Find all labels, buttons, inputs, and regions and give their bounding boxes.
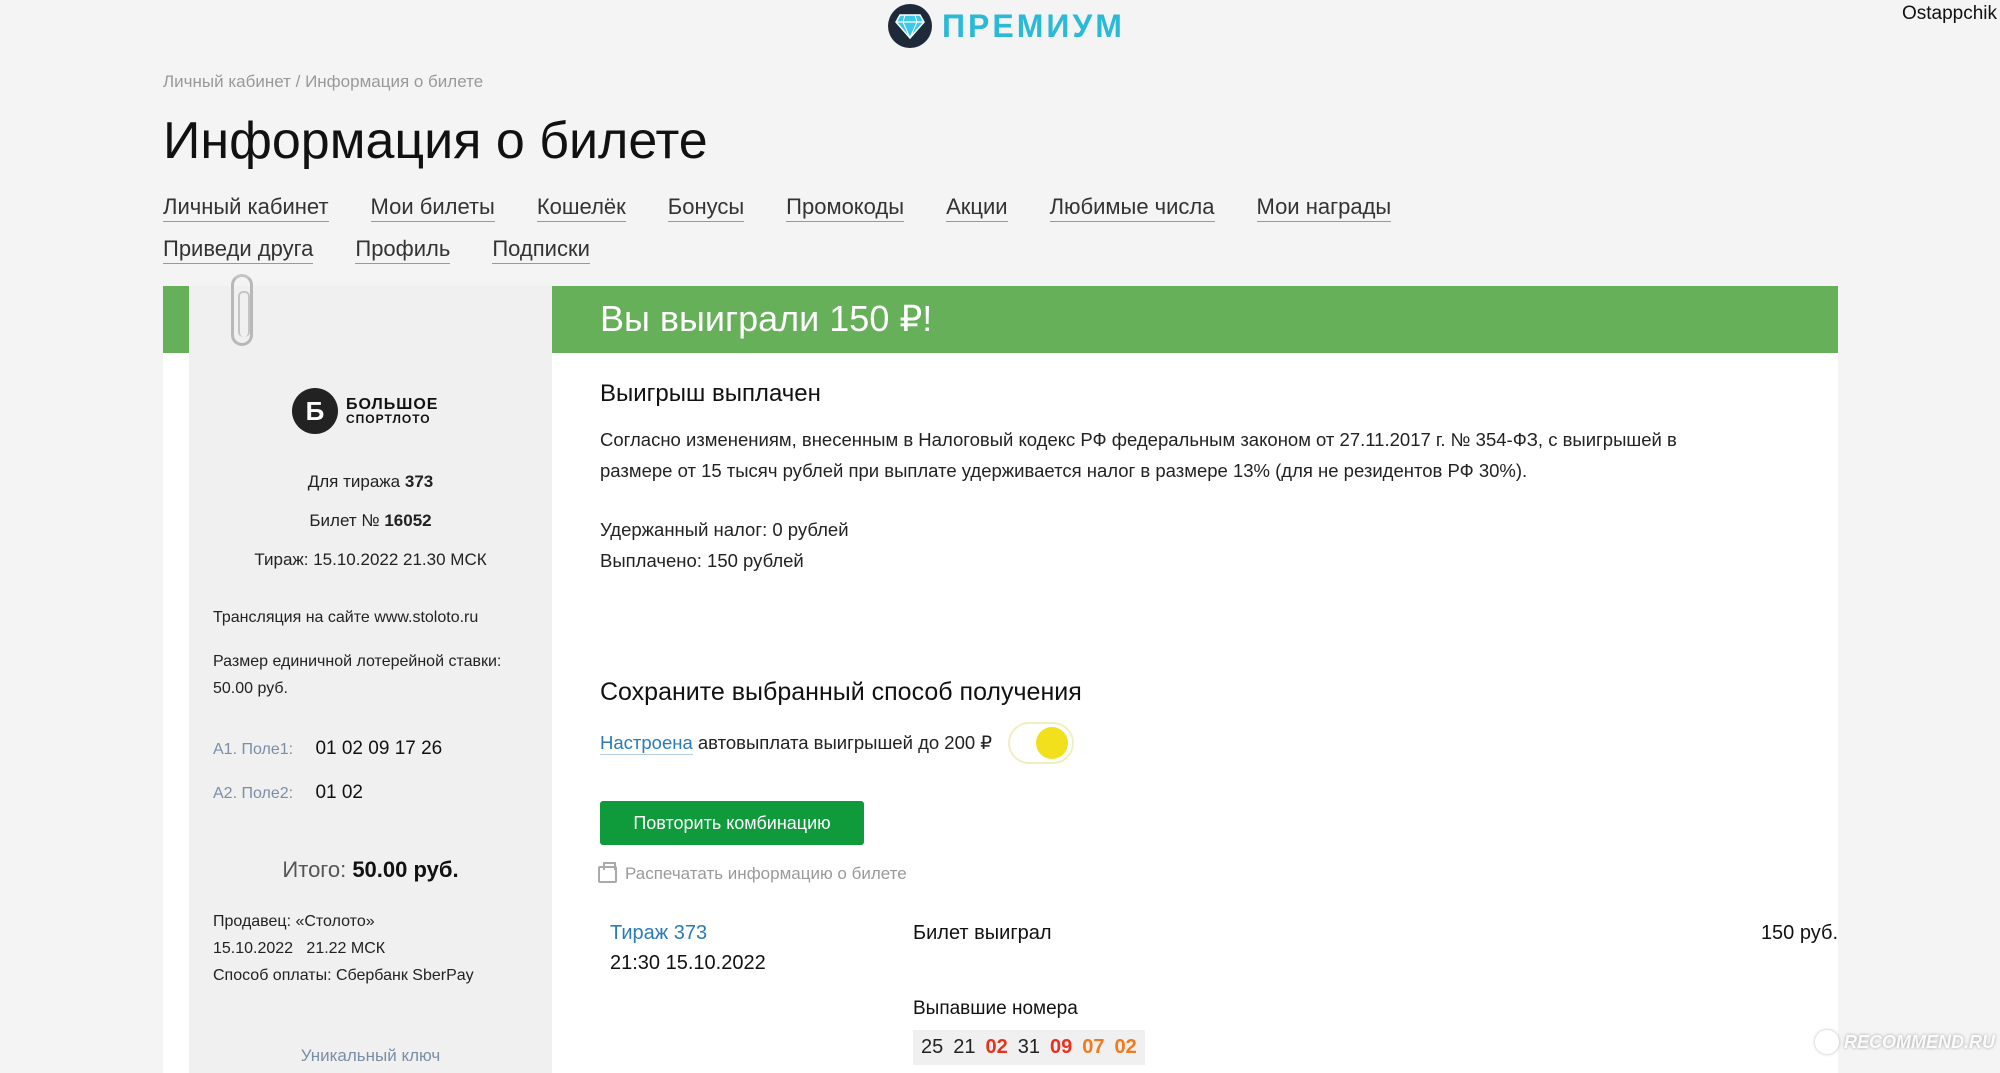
prize-amount: 150 руб. bbox=[1760, 922, 1838, 944]
lottery-logo: Б БОЛЬШОЕ СПОРТЛОТО bbox=[292, 388, 438, 434]
brand-line-2: СПОРТЛОТО bbox=[346, 411, 431, 426]
nav-link-my-rewards[interactable]: Мои награды bbox=[1256, 194, 1392, 222]
nav-link-favorite-numbers[interactable]: Любимые числа bbox=[1049, 194, 1215, 222]
ticket-number-value: 16052 bbox=[384, 511, 432, 530]
green-strip bbox=[163, 286, 189, 353]
nav-link-subscriptions[interactable]: Подписки bbox=[492, 236, 590, 264]
drawn-numbers: 25 21 02 31 09 07 02 bbox=[913, 1030, 1145, 1065]
drawn-number: 02 bbox=[1114, 1036, 1137, 1058]
tax-withheld: Удержанный налог: 0 рублей bbox=[600, 519, 849, 540]
drawn-number: 07 bbox=[1082, 1036, 1105, 1058]
nav-row-1: Личный кабинет Мои билеты Кошелёк Бонусы… bbox=[163, 194, 1463, 222]
drawn-numbers-label: Выпавшие номера bbox=[913, 998, 1078, 1019]
broadcast-note: Трансляция на сайте www.stoloto.ru bbox=[213, 609, 479, 626]
printer-icon bbox=[598, 861, 617, 883]
field-1-numbers: 01 02 09 17 26 bbox=[315, 738, 443, 759]
diamond-icon bbox=[888, 4, 932, 48]
drawn-number: 09 bbox=[1050, 1036, 1073, 1058]
nav-link-account[interactable]: Личный кабинет bbox=[163, 194, 329, 222]
breadcrumb[interactable]: Личный кабинет / Информация о билете bbox=[163, 72, 483, 92]
nav-link-wallet[interactable]: Кошелёк bbox=[536, 194, 626, 222]
drawn-number: 25 bbox=[921, 1036, 944, 1058]
ticket-total: Итого: 50.00 руб. bbox=[189, 857, 552, 883]
nav-link-invite-friend[interactable]: Приведи друга bbox=[163, 236, 314, 264]
draw-time: 21:30 15.10.2022 bbox=[610, 952, 766, 974]
field-2-numbers: 01 02 bbox=[315, 782, 363, 803]
drawn-number: 02 bbox=[985, 1036, 1008, 1058]
win-banner: Вы выиграли 150 ₽! bbox=[552, 286, 1838, 353]
save-method-heading: Сохраните выбранный способ получения bbox=[600, 678, 1082, 706]
unique-key-label: Уникальный ключ bbox=[300, 1046, 441, 1065]
ticket-receipt: Б БОЛЬШОЕ СПОРТЛОТО Для тиража 373 Билет… bbox=[189, 274, 552, 1073]
drawn-number: 31 bbox=[1017, 1036, 1040, 1058]
sale-datetime: 15.10.2022 21.22 МСК bbox=[213, 940, 386, 957]
field-2: А2. Поле2: 01 02 bbox=[213, 782, 363, 804]
field-1-label: А1. Поле1: bbox=[213, 741, 294, 758]
print-ticket-label: Распечатать информацию о билете bbox=[625, 864, 907, 883]
autopay-settings-link[interactable]: Настроена bbox=[600, 732, 693, 755]
autopay-text: автовыплата выигрышей до 200 ₽ bbox=[692, 732, 993, 753]
bolshoe-sportloto-icon: Б bbox=[292, 388, 338, 434]
ticket-card: Б БОЛЬШОЕ СПОРТЛОТО Для тиража 373 Билет… bbox=[163, 274, 1838, 1073]
autopay-toggle[interactable] bbox=[1008, 722, 1075, 764]
username[interactable]: Ostappchik bbox=[1902, 3, 1997, 25]
nav-link-promotions[interactable]: Акции bbox=[946, 194, 1008, 222]
field-2-label: А2. Поле2: bbox=[213, 785, 294, 802]
paperclip-icon bbox=[231, 274, 253, 346]
nav-link-promocodes[interactable]: Промокоды bbox=[786, 194, 905, 222]
watermark-badge-icon bbox=[1815, 1030, 1839, 1054]
total-value: 50.00 руб. bbox=[352, 857, 459, 882]
total-label: Итого: bbox=[282, 857, 347, 882]
watermark-text: RECOMMEND.RU bbox=[1844, 1031, 1995, 1052]
print-ticket-link[interactable]: Распечатать информацию о билете bbox=[598, 861, 907, 884]
draw-link[interactable]: Тираж 373 bbox=[610, 922, 707, 945]
paid-heading: Выигрыш выплачен bbox=[600, 380, 821, 407]
nav-row-2: Приведи друга Профиль Подписки bbox=[163, 236, 1463, 264]
repeat-combination-button[interactable]: Повторить комбинацию bbox=[600, 801, 864, 845]
draw-for-label: Для тиража bbox=[307, 472, 401, 491]
premium-logo[interactable]: ПРЕМИУМ bbox=[888, 4, 1125, 48]
ticket-status: Билет выиграл bbox=[913, 922, 1052, 944]
seller: Продавец: «Столото» bbox=[213, 913, 375, 930]
drawn-number: 21 bbox=[953, 1036, 976, 1058]
page-title: Информация о билете bbox=[163, 112, 708, 170]
premium-label: ПРЕМИУМ bbox=[942, 7, 1125, 44]
autopay-row: Настроена автовыплата выигрышей до 200 ₽ bbox=[600, 722, 1075, 764]
nav-link-profile[interactable]: Профиль bbox=[355, 236, 451, 264]
paid-out: Выплачено: 150 рублей bbox=[600, 550, 804, 571]
stake-size: Размер единичной лотерейной ставки: 50.0… bbox=[213, 653, 502, 697]
account-nav: Личный кабинет Мои билеты Кошелёк Бонусы… bbox=[163, 194, 1463, 278]
brand-line-1: БОЛЬШОЕ bbox=[346, 395, 439, 413]
draw-datetime: Тираж: 15.10.2022 21.30 МСК bbox=[254, 550, 487, 569]
win-title: Вы выиграли 150 ₽! bbox=[600, 298, 933, 339]
watermark: RECOMMEND.RU bbox=[1815, 1030, 1995, 1054]
draw-for-number: 373 bbox=[404, 472, 434, 491]
nav-link-my-tickets[interactable]: Мои билеты bbox=[370, 194, 495, 222]
ticket-number: Билет № 16052 bbox=[189, 511, 552, 531]
draw-for: Для тиража 373 bbox=[189, 472, 552, 492]
tax-note: Согласно изменениям, внесенным в Налогов… bbox=[600, 429, 1677, 481]
nav-link-bonuses[interactable]: Бонусы bbox=[667, 194, 745, 222]
field-1: А1. Поле1: 01 02 09 17 26 bbox=[213, 738, 442, 760]
ticket-number-label: Билет № bbox=[309, 511, 380, 530]
payment-method: Способ оплаты: Сбербанк SberPay bbox=[213, 967, 474, 984]
toggle-knob bbox=[1036, 727, 1069, 759]
